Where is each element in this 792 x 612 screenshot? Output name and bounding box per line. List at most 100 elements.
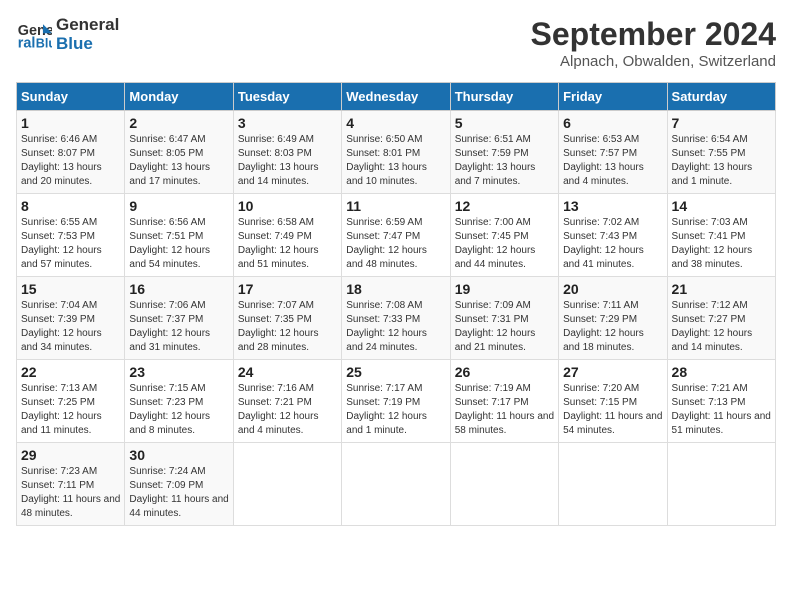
daylight-label: Daylight: 12 hours and 4 minutes. <box>238 411 319 436</box>
calendar-cell: 9 Sunrise: 6:56 AM Sunset: 7:51 PM Dayli… <box>125 194 233 277</box>
col-saturday: Saturday <box>667 83 775 111</box>
daylight-label: Daylight: 12 hours and 48 minutes. <box>346 245 427 270</box>
day-info: Sunrise: 7:23 AM Sunset: 7:11 PM Dayligh… <box>21 465 120 521</box>
sunrise-label: Sunrise: 7:16 AM <box>238 383 314 394</box>
daylight-label: Daylight: 12 hours and 8 minutes. <box>129 411 210 436</box>
day-number: 26 <box>455 364 554 380</box>
daylight-label: Daylight: 11 hours and 58 minutes. <box>455 411 554 436</box>
day-info: Sunrise: 7:02 AM Sunset: 7:43 PM Dayligh… <box>563 216 662 272</box>
calendar-cell: 8 Sunrise: 6:55 AM Sunset: 7:53 PM Dayli… <box>17 194 125 277</box>
sunset-label: Sunset: 7:09 PM <box>129 480 203 491</box>
col-sunday: Sunday <box>17 83 125 111</box>
sunset-label: Sunset: 7:57 PM <box>563 148 637 159</box>
sunset-label: Sunset: 7:25 PM <box>21 397 95 408</box>
sunrise-label: Sunrise: 7:17 AM <box>346 383 422 394</box>
day-info: Sunrise: 7:12 AM Sunset: 7:27 PM Dayligh… <box>672 299 771 355</box>
day-info: Sunrise: 6:59 AM Sunset: 7:47 PM Dayligh… <box>346 216 445 272</box>
daylight-label: Daylight: 12 hours and 51 minutes. <box>238 245 319 270</box>
calendar-cell <box>233 443 341 526</box>
day-number: 1 <box>21 115 120 131</box>
logo-icon: Gene ral Blue <box>16 17 52 53</box>
calendar-cell: 7 Sunrise: 6:54 AM Sunset: 7:55 PM Dayli… <box>667 111 775 194</box>
sunset-label: Sunset: 8:03 PM <box>238 148 312 159</box>
day-info: Sunrise: 6:56 AM Sunset: 7:51 PM Dayligh… <box>129 216 228 272</box>
calendar-cell: 14 Sunrise: 7:03 AM Sunset: 7:41 PM Dayl… <box>667 194 775 277</box>
calendar-cell: 12 Sunrise: 7:00 AM Sunset: 7:45 PM Dayl… <box>450 194 558 277</box>
sunset-label: Sunset: 7:53 PM <box>21 231 95 242</box>
sunset-label: Sunset: 7:15 PM <box>563 397 637 408</box>
calendar-cell: 1 Sunrise: 6:46 AM Sunset: 8:07 PM Dayli… <box>17 111 125 194</box>
day-number: 11 <box>346 198 445 214</box>
page-header: Gene ral Blue General Blue September 202… <box>16 16 776 70</box>
calendar-cell: 21 Sunrise: 7:12 AM Sunset: 7:27 PM Dayl… <box>667 277 775 360</box>
sunrise-label: Sunrise: 6:53 AM <box>563 134 639 145</box>
day-info: Sunrise: 6:58 AM Sunset: 7:49 PM Dayligh… <box>238 216 337 272</box>
calendar-cell: 6 Sunrise: 6:53 AM Sunset: 7:57 PM Dayli… <box>559 111 667 194</box>
day-info: Sunrise: 7:11 AM Sunset: 7:29 PM Dayligh… <box>563 299 662 355</box>
day-info: Sunrise: 6:49 AM Sunset: 8:03 PM Dayligh… <box>238 133 337 189</box>
sunset-label: Sunset: 7:51 PM <box>129 231 203 242</box>
day-number: 3 <box>238 115 337 131</box>
day-info: Sunrise: 7:16 AM Sunset: 7:21 PM Dayligh… <box>238 382 337 438</box>
day-number: 6 <box>563 115 662 131</box>
day-number: 8 <box>21 198 120 214</box>
day-info: Sunrise: 7:20 AM Sunset: 7:15 PM Dayligh… <box>563 382 662 438</box>
daylight-label: Daylight: 12 hours and 1 minute. <box>346 411 427 436</box>
sunrise-label: Sunrise: 7:12 AM <box>672 300 748 311</box>
daylight-label: Daylight: 13 hours and 1 minute. <box>672 162 753 187</box>
day-info: Sunrise: 7:04 AM Sunset: 7:39 PM Dayligh… <box>21 299 120 355</box>
sunset-label: Sunset: 7:13 PM <box>672 397 746 408</box>
calendar-cell: 3 Sunrise: 6:49 AM Sunset: 8:03 PM Dayli… <box>233 111 341 194</box>
sunrise-label: Sunrise: 7:15 AM <box>129 383 205 394</box>
daylight-label: Daylight: 12 hours and 57 minutes. <box>21 245 102 270</box>
sunset-label: Sunset: 8:07 PM <box>21 148 95 159</box>
calendar-cell: 2 Sunrise: 6:47 AM Sunset: 8:05 PM Dayli… <box>125 111 233 194</box>
sunset-label: Sunset: 7:55 PM <box>672 148 746 159</box>
sunset-label: Sunset: 7:11 PM <box>21 480 94 491</box>
day-info: Sunrise: 7:13 AM Sunset: 7:25 PM Dayligh… <box>21 382 120 438</box>
sunrise-label: Sunrise: 7:23 AM <box>21 466 97 477</box>
calendar-cell: 15 Sunrise: 7:04 AM Sunset: 7:39 PM Dayl… <box>17 277 125 360</box>
calendar-cell: 16 Sunrise: 7:06 AM Sunset: 7:37 PM Dayl… <box>125 277 233 360</box>
day-info: Sunrise: 7:08 AM Sunset: 7:33 PM Dayligh… <box>346 299 445 355</box>
calendar-cell: 30 Sunrise: 7:24 AM Sunset: 7:09 PM Dayl… <box>125 443 233 526</box>
calendar-cell: 19 Sunrise: 7:09 AM Sunset: 7:31 PM Dayl… <box>450 277 558 360</box>
sunset-label: Sunset: 7:37 PM <box>129 314 203 325</box>
sunset-label: Sunset: 8:01 PM <box>346 148 420 159</box>
sunrise-label: Sunrise: 6:56 AM <box>129 217 205 228</box>
daylight-label: Daylight: 12 hours and 41 minutes. <box>563 245 644 270</box>
day-number: 25 <box>346 364 445 380</box>
col-friday: Friday <box>559 83 667 111</box>
daylight-label: Daylight: 13 hours and 17 minutes. <box>129 162 210 187</box>
col-monday: Monday <box>125 83 233 111</box>
sunrise-label: Sunrise: 6:49 AM <box>238 134 314 145</box>
day-number: 9 <box>129 198 228 214</box>
daylight-label: Daylight: 12 hours and 54 minutes. <box>129 245 210 270</box>
sunset-label: Sunset: 7:31 PM <box>455 314 529 325</box>
sunset-label: Sunset: 7:43 PM <box>563 231 637 242</box>
sunset-label: Sunset: 7:27 PM <box>672 314 746 325</box>
sunrise-label: Sunrise: 7:03 AM <box>672 217 748 228</box>
day-info: Sunrise: 7:21 AM Sunset: 7:13 PM Dayligh… <box>672 382 771 438</box>
day-info: Sunrise: 6:53 AM Sunset: 7:57 PM Dayligh… <box>563 133 662 189</box>
sunrise-label: Sunrise: 7:24 AM <box>129 466 205 477</box>
day-info: Sunrise: 7:03 AM Sunset: 7:41 PM Dayligh… <box>672 216 771 272</box>
sunrise-label: Sunrise: 6:55 AM <box>21 217 97 228</box>
day-number: 18 <box>346 281 445 297</box>
col-thursday: Thursday <box>450 83 558 111</box>
sunset-label: Sunset: 7:39 PM <box>21 314 95 325</box>
day-number: 15 <box>21 281 120 297</box>
day-info: Sunrise: 7:24 AM Sunset: 7:09 PM Dayligh… <box>129 465 228 521</box>
calendar-cell: 23 Sunrise: 7:15 AM Sunset: 7:23 PM Dayl… <box>125 360 233 443</box>
sunrise-label: Sunrise: 7:04 AM <box>21 300 97 311</box>
daylight-label: Daylight: 12 hours and 31 minutes. <box>129 328 210 353</box>
calendar-cell <box>667 443 775 526</box>
calendar-cell: 17 Sunrise: 7:07 AM Sunset: 7:35 PM Dayl… <box>233 277 341 360</box>
calendar-cell: 4 Sunrise: 6:50 AM Sunset: 8:01 PM Dayli… <box>342 111 450 194</box>
daylight-label: Daylight: 12 hours and 21 minutes. <box>455 328 536 353</box>
calendar-cell: 29 Sunrise: 7:23 AM Sunset: 7:11 PM Dayl… <box>17 443 125 526</box>
sunrise-label: Sunrise: 7:08 AM <box>346 300 422 311</box>
day-info: Sunrise: 6:55 AM Sunset: 7:53 PM Dayligh… <box>21 216 120 272</box>
daylight-label: Daylight: 12 hours and 28 minutes. <box>238 328 319 353</box>
day-info: Sunrise: 6:46 AM Sunset: 8:07 PM Dayligh… <box>21 133 120 189</box>
